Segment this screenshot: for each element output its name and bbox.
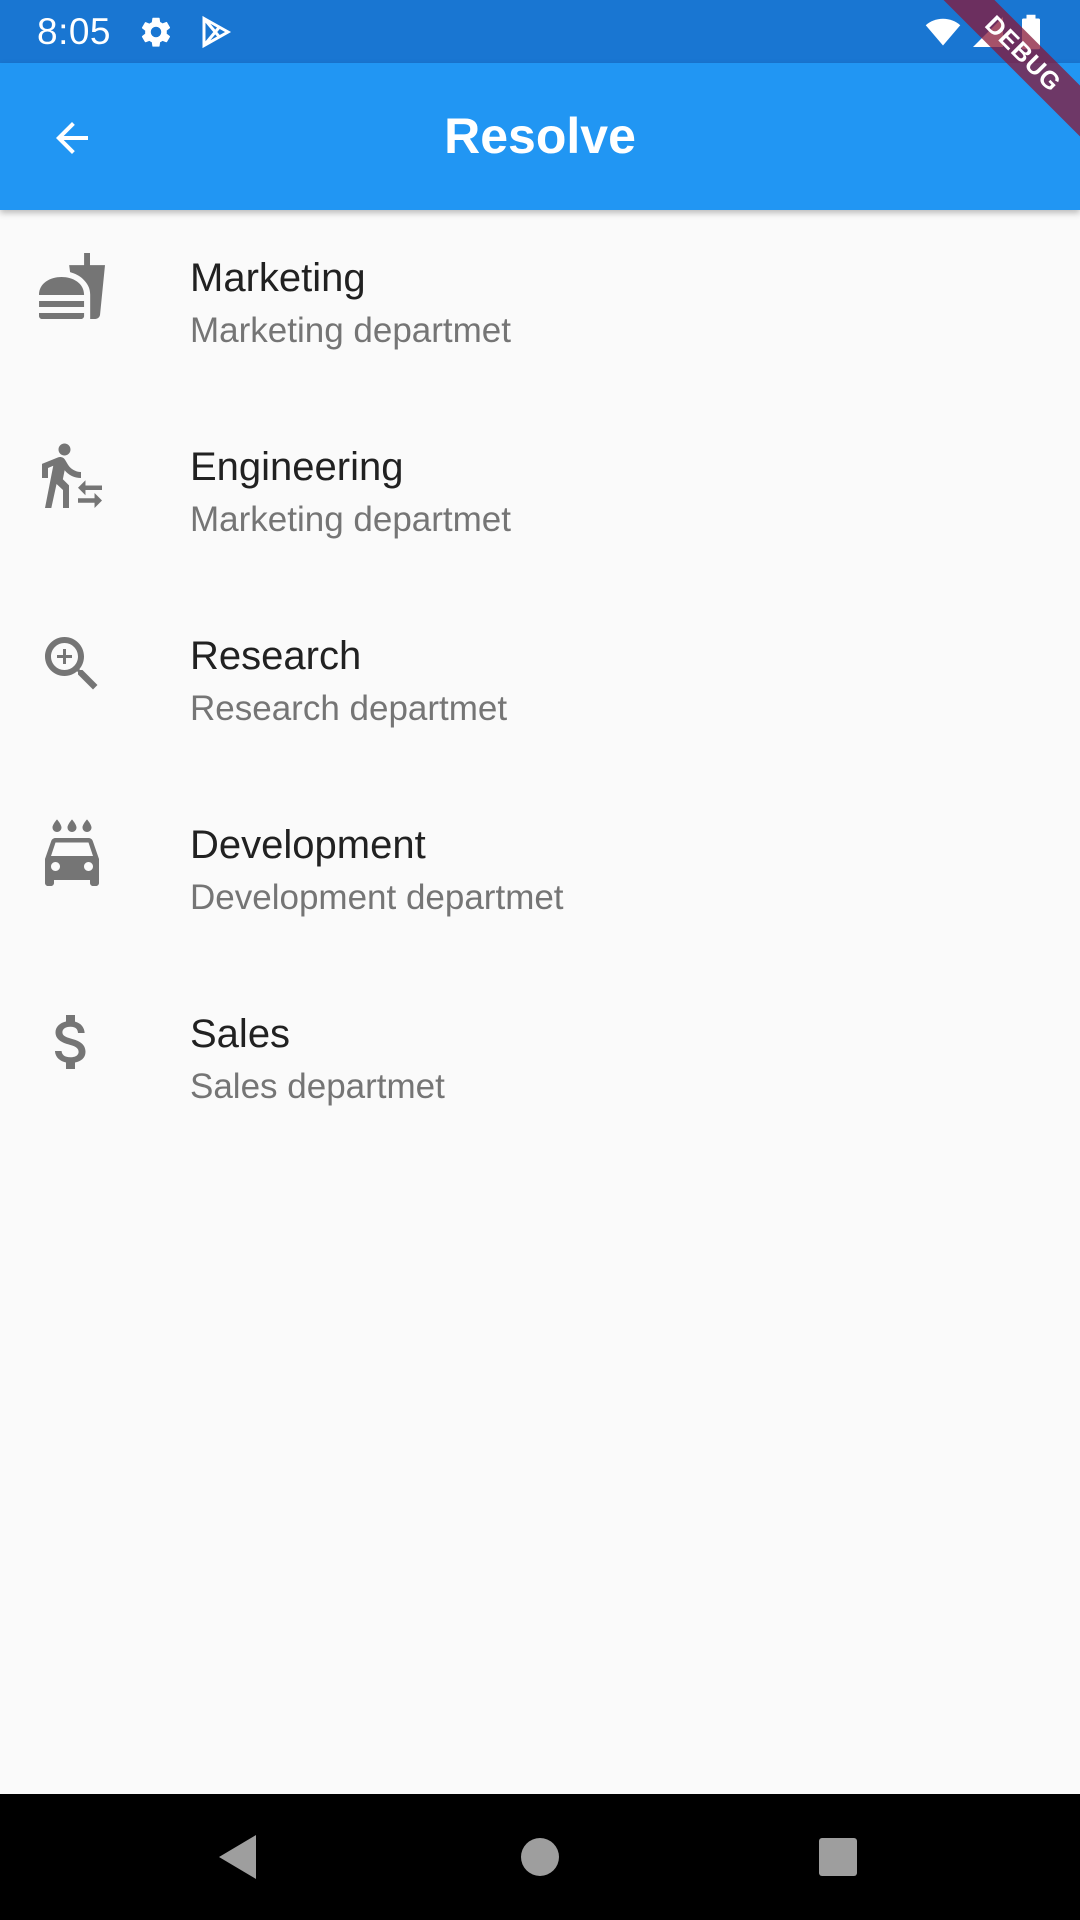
list-item-sales[interactable]: Sales Sales departmet bbox=[0, 966, 1080, 1155]
recents-icon bbox=[819, 1838, 857, 1876]
item-subtitle: Research departmet bbox=[190, 689, 508, 728]
item-title: Marketing bbox=[190, 256, 366, 300]
item-title: Research bbox=[190, 634, 362, 678]
settings-icon bbox=[141, 17, 171, 47]
zoom-in-icon bbox=[45, 637, 98, 690]
local-car-wash-icon bbox=[45, 819, 99, 886]
status-bar: 8:05 bbox=[0, 0, 1080, 63]
item-title: Sales bbox=[190, 1012, 291, 1056]
list-item-engineering[interactable]: Engineering Marketing departmet bbox=[0, 399, 1080, 588]
item-subtitle: Sales departmet bbox=[190, 1067, 445, 1106]
item-subtitle: Marketing departmet bbox=[190, 311, 511, 350]
item-subtitle: Development departmet bbox=[190, 878, 564, 917]
attach-money-icon bbox=[54, 1015, 86, 1069]
app-bar: Resolve bbox=[0, 63, 1080, 210]
home-icon bbox=[521, 1838, 559, 1876]
list-item-development[interactable]: Development Development departmet bbox=[0, 777, 1080, 966]
page-title: Resolve bbox=[444, 108, 636, 164]
play-store-icon bbox=[202, 15, 232, 49]
back-icon bbox=[219, 1835, 256, 1879]
fastfood-icon bbox=[38, 253, 105, 319]
wifi-icon bbox=[925, 18, 961, 46]
item-subtitle: Marketing departmet bbox=[190, 500, 511, 539]
navigation-bar bbox=[0, 1794, 1080, 1920]
item-title: Engineering bbox=[190, 445, 404, 489]
list-item-research[interactable]: Research Research departmet bbox=[0, 588, 1080, 777]
nav-recents-button[interactable] bbox=[808, 1827, 868, 1887]
transfer-within-station-icon bbox=[42, 443, 102, 508]
nav-back-button[interactable] bbox=[208, 1827, 268, 1887]
nav-home-button[interactable] bbox=[510, 1827, 570, 1887]
department-list: Marketing Marketing departmet Engineerin… bbox=[0, 210, 1080, 1155]
list-item-marketing[interactable]: Marketing Marketing departmet bbox=[0, 210, 1080, 399]
item-title: Development bbox=[190, 823, 426, 867]
status-time: 8:05 bbox=[37, 11, 112, 52]
